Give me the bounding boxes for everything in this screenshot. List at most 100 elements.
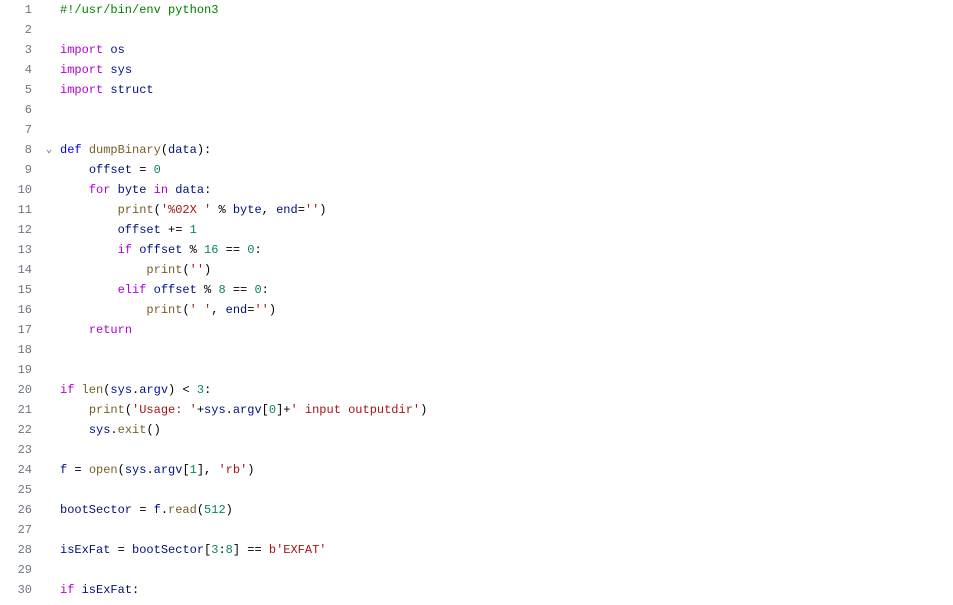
token-num: 1 — [190, 223, 197, 237]
token-op — [60, 243, 118, 257]
token-op: = — [298, 203, 305, 217]
code-area[interactable]: #!/usr/bin/env python3 import osimport sy… — [58, 0, 953, 605]
token-op: = — [132, 163, 154, 177]
token-ident: data — [168, 143, 197, 157]
code-line[interactable]: import sys — [60, 60, 953, 80]
token-punct: ( — [197, 503, 204, 517]
code-line[interactable]: offset += 1 — [60, 220, 953, 240]
code-line[interactable]: print('Usage: '+sys.argv[0]+' input outp… — [60, 400, 953, 420]
token-ident: bootSector — [132, 543, 204, 557]
token-fn: read — [168, 503, 197, 517]
code-line[interactable]: #!/usr/bin/env python3 — [60, 0, 953, 20]
line-number: 24 — [0, 460, 32, 480]
token-op — [82, 143, 89, 157]
token-punct: [ — [182, 463, 189, 477]
token-ident: end — [276, 203, 298, 217]
token-punct: . — [226, 403, 233, 417]
token-op: % — [211, 203, 233, 217]
token-op: % — [182, 243, 204, 257]
token-ident: offset — [118, 223, 161, 237]
code-line[interactable]: sys.exit() — [60, 420, 953, 440]
line-number: 13 — [0, 240, 32, 260]
code-line[interactable] — [60, 480, 953, 500]
line-number: 14 — [0, 260, 32, 280]
code-line[interactable] — [60, 340, 953, 360]
token-fn: len — [82, 383, 104, 397]
code-line[interactable]: def dumpBinary(data): — [60, 140, 953, 160]
code-line[interactable]: f = open(sys.argv[1], 'rb') — [60, 460, 953, 480]
line-number: 7 — [0, 120, 32, 140]
token-str: '%02X ' — [161, 203, 211, 217]
token-punct: , — [211, 303, 225, 317]
code-line[interactable]: print('%02X ' % byte, end='') — [60, 200, 953, 220]
code-line[interactable]: elif offset % 8 == 0: — [60, 280, 953, 300]
code-line[interactable]: isExFat = bootSector[3:8] == b'EXFAT' — [60, 540, 953, 560]
line-number: 19 — [0, 360, 32, 380]
token-ident: sys — [89, 423, 111, 437]
code-line[interactable]: return — [60, 320, 953, 340]
code-line[interactable]: for byte in data: — [60, 180, 953, 200]
token-op — [60, 163, 89, 177]
token-ident: sys — [110, 383, 132, 397]
line-number: 28 — [0, 540, 32, 560]
code-editor[interactable]: 1234567891011121314151617181920212223242… — [0, 0, 953, 605]
code-line[interactable]: if len(sys.argv) < 3: — [60, 380, 953, 400]
line-number: 4 — [0, 60, 32, 80]
code-line[interactable] — [60, 440, 953, 460]
code-line[interactable]: import os — [60, 40, 953, 60]
token-punct: ( — [182, 303, 189, 317]
token-comment: #!/usr/bin/env python3 — [60, 3, 218, 17]
token-ident: argv — [154, 463, 183, 477]
token-punct: ] == — [233, 543, 269, 557]
token-punct: : — [218, 543, 225, 557]
token-kw-ctrl: for — [89, 183, 111, 197]
token-punct: ) — [226, 503, 233, 517]
token-kw-ctrl: elif — [118, 283, 147, 297]
line-number: 23 — [0, 440, 32, 460]
code-line[interactable]: if offset % 16 == 0: — [60, 240, 953, 260]
token-fn: print — [118, 203, 154, 217]
token-punct: () — [146, 423, 160, 437]
token-str: '' — [190, 263, 204, 277]
token-punct: ( — [125, 403, 132, 417]
token-kw-ctrl: if — [60, 583, 74, 597]
token-punct: . — [110, 423, 117, 437]
fold-column[interactable]: ⌄ — [40, 0, 58, 605]
code-line[interactable]: print('') — [60, 260, 953, 280]
code-line[interactable]: print(' ', end='') — [60, 300, 953, 320]
code-line[interactable] — [60, 520, 953, 540]
code-line[interactable]: if isExFat: — [60, 580, 953, 600]
line-number: 5 — [0, 80, 32, 100]
token-op — [60, 283, 118, 297]
token-ident: data — [175, 183, 204, 197]
token-str: b'EXFAT' — [269, 543, 327, 557]
token-num: 0 — [269, 403, 276, 417]
line-number: 15 — [0, 280, 32, 300]
code-line[interactable]: bootSector = f.read(512) — [60, 500, 953, 520]
code-line[interactable] — [60, 20, 953, 40]
code-line[interactable]: offset = 0 — [60, 160, 953, 180]
code-line[interactable] — [60, 100, 953, 120]
line-number: 18 — [0, 340, 32, 360]
token-fn: exit — [118, 423, 147, 437]
token-ident: byte — [118, 183, 147, 197]
token-fn: open — [89, 463, 118, 477]
token-op — [74, 583, 81, 597]
line-number: 12 — [0, 220, 32, 240]
token-punct: . — [161, 503, 168, 517]
code-line[interactable]: import struct — [60, 80, 953, 100]
token-str: ' input outputdir' — [290, 403, 420, 417]
code-line[interactable] — [60, 120, 953, 140]
token-op: = — [67, 463, 89, 477]
fold-chevron-down-icon[interactable]: ⌄ — [43, 140, 55, 160]
token-punct: ) — [247, 463, 254, 477]
line-number-gutter: 1234567891011121314151617181920212223242… — [0, 0, 40, 605]
token-punct: [ — [262, 403, 269, 417]
code-line[interactable] — [60, 360, 953, 380]
token-num: 16 — [204, 243, 218, 257]
line-number: 20 — [0, 380, 32, 400]
token-punct: ) < — [168, 383, 197, 397]
token-op: = — [132, 503, 154, 517]
line-number: 1 — [0, 0, 32, 20]
code-line[interactable] — [60, 560, 953, 580]
